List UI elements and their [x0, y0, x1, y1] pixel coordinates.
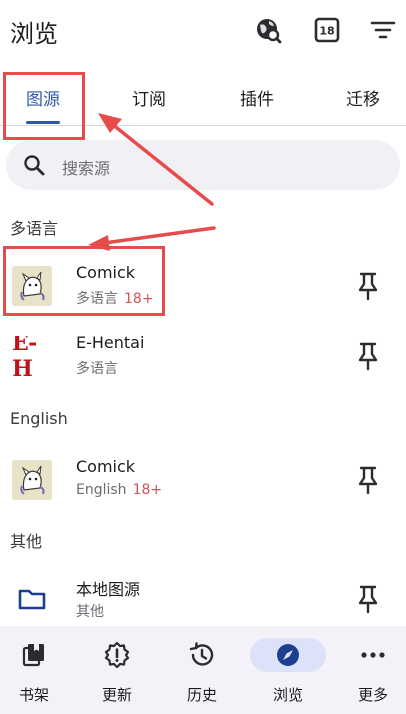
pin-icon[interactable]: [354, 341, 382, 371]
source-row-comick-english[interactable]: Comick English 18+: [0, 445, 406, 515]
age-badge: 18+: [132, 482, 163, 498]
top-app-bar: 浏览 18: [0, 0, 406, 64]
pin-icon[interactable]: [354, 584, 382, 614]
source-name: 本地图源: [76, 580, 141, 599]
folder-icon: [12, 579, 52, 619]
nav-label: 更新: [101, 686, 132, 704]
search-icon: [24, 155, 45, 176]
arrow-to-comick-row: [102, 226, 216, 245]
nav-history[interactable]: 历史: [162, 626, 242, 714]
tab-extensions[interactable]: 插件: [214, 70, 300, 125]
source-row-local[interactable]: 本地图源 其他: [0, 564, 406, 634]
bottom-navigation: 书架 更新 历史 浏览 更多: [0, 626, 406, 714]
nav-browse[interactable]: 浏览: [248, 626, 328, 714]
pin-icon[interactable]: [354, 465, 382, 495]
source-language: 多语言: [76, 361, 118, 377]
more-icon: [335, 638, 406, 672]
nav-label: 浏览: [272, 686, 303, 704]
svg-text:18: 18: [319, 25, 334, 38]
nav-label: 历史: [186, 686, 217, 704]
section-header-english: English: [10, 409, 68, 428]
source-name: E-Hentai: [76, 333, 145, 352]
pin-icon[interactable]: [354, 271, 382, 301]
updates-icon: [79, 638, 155, 672]
comick-logo-icon: [12, 460, 52, 500]
section-header-other: 其他: [10, 532, 43, 551]
source-language: English 18+: [76, 482, 163, 498]
nsfw-18-icon[interactable]: 18: [313, 16, 341, 44]
source-language: 其他: [76, 604, 104, 620]
page-title: 浏览: [10, 20, 58, 48]
nav-label: 书架: [18, 686, 49, 704]
tab-subscriptions[interactable]: 订阅: [106, 70, 192, 125]
search-bar[interactable]: 搜索源: [6, 140, 400, 190]
compass-icon: [250, 638, 326, 672]
filter-icon[interactable]: [369, 16, 397, 44]
source-row-ehentai[interactable]: E-H E-Hentai 多语言: [0, 321, 406, 391]
nav-updates[interactable]: 更新: [77, 626, 157, 714]
search-placeholder: 搜索源: [62, 159, 111, 178]
tab-migrate[interactable]: 迁移: [320, 70, 406, 125]
history-icon: [164, 638, 240, 672]
nav-label: 更多: [357, 686, 388, 704]
nav-library[interactable]: 书架: [0, 626, 74, 714]
source-name: Comick: [76, 457, 136, 476]
highlight-box-sources-tab: [3, 72, 85, 140]
highlight-box-comick-row: [3, 246, 165, 316]
library-icon: [0, 638, 72, 672]
section-header-multilang: 多语言: [10, 219, 59, 238]
globe-search-icon[interactable]: [254, 16, 282, 44]
ehentai-logo-icon: E-H: [12, 336, 52, 376]
nav-more[interactable]: 更多: [333, 626, 406, 714]
